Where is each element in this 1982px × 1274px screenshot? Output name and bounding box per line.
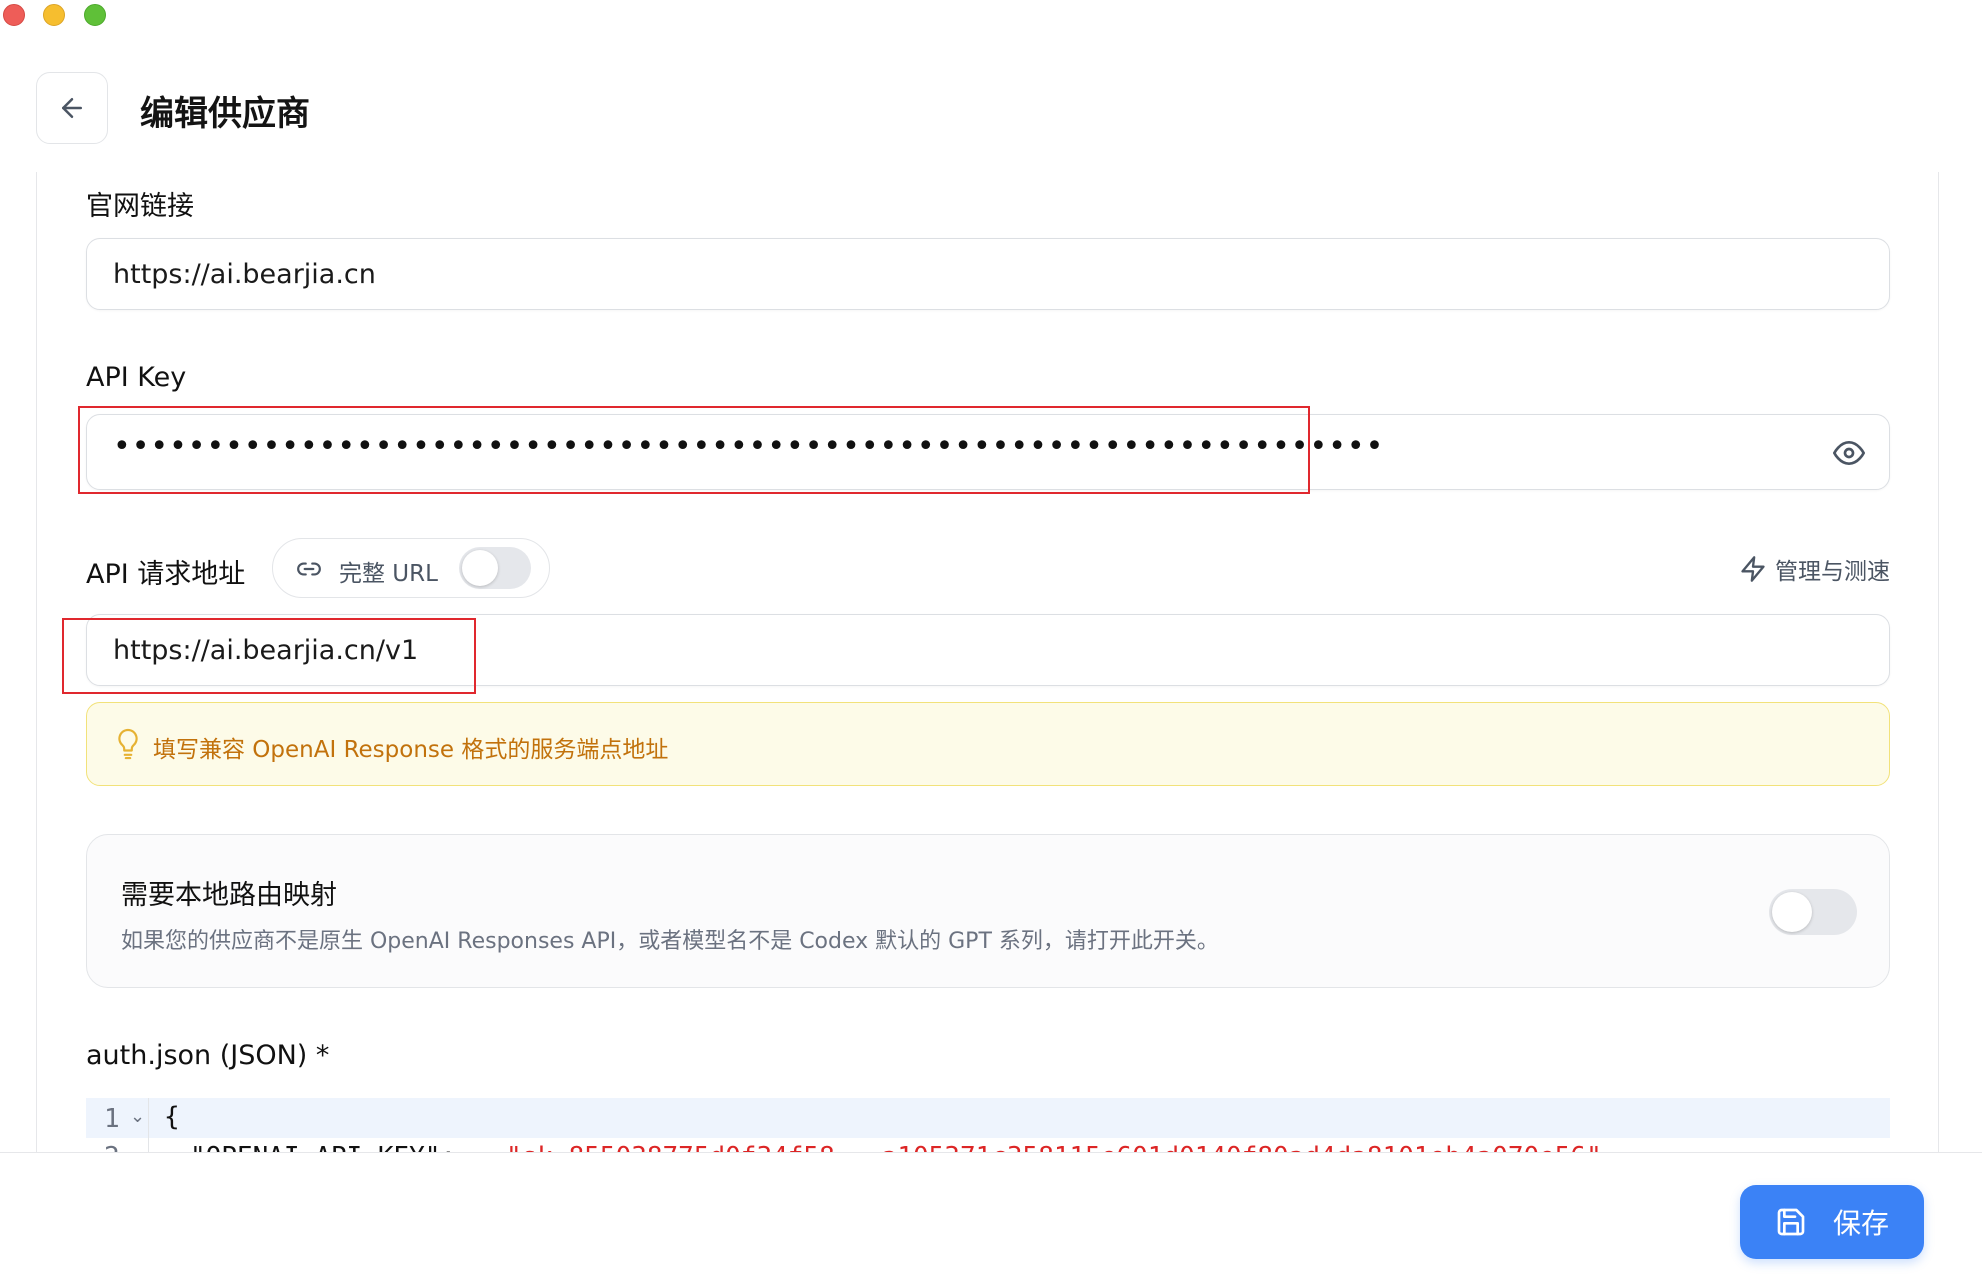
route-mapping-card: 需要本地路由映射 如果您的供应商不是原生 OpenAI Responses AP… bbox=[86, 834, 1890, 988]
manage-and-speedtest-label: 管理与测速 bbox=[1775, 559, 1890, 585]
code-line-1-text: { bbox=[164, 1102, 180, 1132]
website-input-value: https://ai.bearjia.cn bbox=[113, 259, 376, 290]
save-button-label: 保存 bbox=[1832, 1207, 1889, 1240]
full-url-label: 完整 URL bbox=[339, 561, 438, 587]
content-divider-left bbox=[36, 172, 37, 1152]
code-line-2-value: "sk-855038775d0f34f58...a105371c358115e6… bbox=[506, 1142, 1617, 1152]
api-key-label: API Key bbox=[86, 362, 187, 393]
back-button[interactable] bbox=[36, 72, 108, 144]
code-line-2: 2 "OPENAI_API_KEY": "sk-855038775d0f34f5… bbox=[86, 1142, 1890, 1152]
zoom-window-button[interactable] bbox=[84, 4, 106, 26]
api-key-masked-value: ••••••••••••••••••••••••••••••••••••••••… bbox=[113, 429, 1385, 464]
endpoint-hint-text: 填写兼容 OpenAI Response 格式的服务端点地址 bbox=[153, 737, 669, 763]
auth-json-label: auth.json (JSON) * bbox=[86, 1040, 330, 1071]
eye-icon[interactable] bbox=[1833, 437, 1865, 469]
route-mapping-title: 需要本地路由映射 bbox=[121, 880, 337, 911]
save-button[interactable]: 保存 bbox=[1740, 1185, 1924, 1259]
floppy-disk-icon bbox=[1777, 1208, 1805, 1236]
fold-chevron-icon[interactable]: ⌄ bbox=[130, 1106, 145, 1127]
footer-bar: 保存 bbox=[0, 1152, 1982, 1274]
route-mapping-description: 如果您的供应商不是原生 OpenAI Responses API，或者模型名不是… bbox=[121, 929, 1219, 954]
endpoint-input-value: https://ai.bearjia.cn/v1 bbox=[113, 635, 419, 666]
full-url-switch[interactable] bbox=[459, 547, 531, 589]
line-number-1: 1 bbox=[104, 1104, 120, 1134]
endpoint-hint: 填写兼容 OpenAI Response 格式的服务端点地址 bbox=[86, 702, 1890, 786]
api-key-input[interactable]: ••••••••••••••••••••••••••••••••••••••••… bbox=[86, 414, 1890, 490]
line-number-2: 2 bbox=[104, 1142, 120, 1152]
content-divider-right bbox=[1938, 172, 1939, 1152]
route-mapping-switch[interactable] bbox=[1769, 889, 1857, 935]
lightbulb-icon bbox=[118, 728, 138, 760]
endpoint-input[interactable]: https://ai.bearjia.cn/v1 bbox=[86, 614, 1890, 686]
code-line-active bbox=[86, 1098, 1890, 1138]
link-icon bbox=[297, 562, 321, 576]
auth-json-editor[interactable]: 1 ⌄ { 2 "OPENAI_API_KEY": "sk-855038775d… bbox=[86, 1098, 1890, 1152]
arrow-left-icon bbox=[62, 98, 82, 118]
endpoint-label: API 请求地址 bbox=[86, 559, 246, 590]
page-title: 编辑供应商 bbox=[140, 94, 310, 134]
route-mapping-switch-knob bbox=[1772, 892, 1812, 932]
close-window-button[interactable] bbox=[3, 4, 25, 26]
manage-and-speedtest-link[interactable]: 管理与测速 bbox=[1739, 552, 1890, 586]
full-url-toggle-chip[interactable]: 完整 URL bbox=[272, 538, 550, 598]
lightning-icon bbox=[1741, 556, 1765, 582]
minimize-window-button[interactable] bbox=[43, 4, 65, 26]
full-url-switch-knob bbox=[462, 550, 498, 586]
website-input[interactable]: https://ai.bearjia.cn bbox=[86, 238, 1890, 310]
code-line-2-key: "OPENAI_API_KEY": bbox=[190, 1142, 456, 1152]
website-label: 官网链接 bbox=[86, 191, 194, 222]
